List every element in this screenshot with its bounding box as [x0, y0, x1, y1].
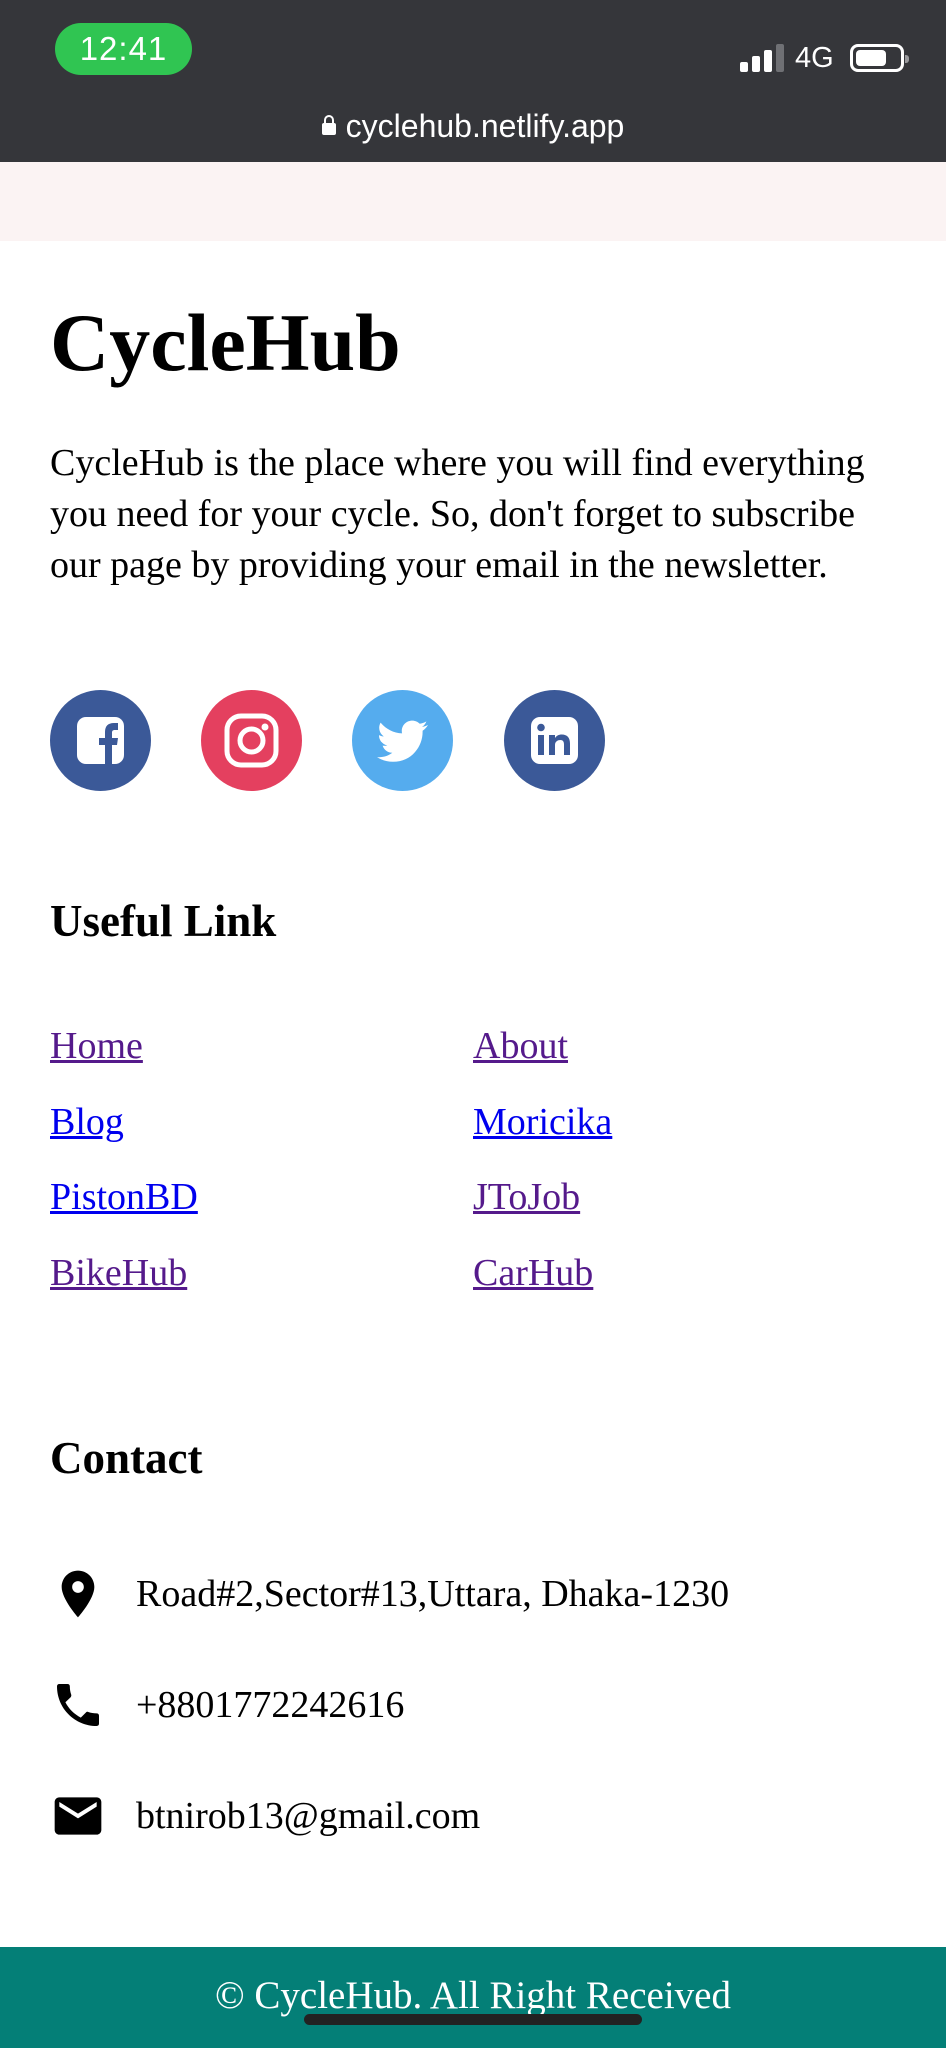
- home-indicator[interactable]: [304, 2014, 642, 2025]
- mail-icon: [54, 1797, 102, 1835]
- facebook-icon: [77, 717, 124, 764]
- twitter-button[interactable]: [352, 690, 453, 791]
- brand-description: CycleHub is the place where you will fin…: [50, 442, 865, 586]
- status-time: 12:41: [55, 23, 192, 75]
- link-blog[interactable]: Blog: [50, 1098, 124, 1146]
- contact-heading: Contact: [50, 1433, 203, 1483]
- linkedin-button[interactable]: [504, 690, 605, 791]
- address-text: Road#2,Sector#13,Uttara, Dhaka-1230: [136, 1573, 730, 1615]
- contact-email[interactable]: btnirob13@gmail.com: [50, 1786, 910, 1846]
- link-bikehub[interactable]: BikeHub: [50, 1249, 187, 1297]
- location-pin-icon: [61, 1570, 95, 1618]
- link-home[interactable]: Home: [50, 1022, 143, 1070]
- linkedin-icon: [531, 717, 578, 764]
- brand-title: CycleHub: [50, 297, 401, 388]
- phone-icon: [57, 1684, 99, 1726]
- instagram-button[interactable]: [201, 690, 302, 791]
- network-label: 4G: [795, 42, 834, 74]
- header-strip: [0, 162, 946, 241]
- link-about[interactable]: About: [473, 1022, 568, 1070]
- email-text: btnirob13@gmail.com: [136, 1795, 481, 1837]
- lock-icon: [321, 115, 336, 135]
- battery-icon: [850, 44, 909, 72]
- link-jtojob[interactable]: JToJob: [473, 1173, 580, 1221]
- link-moricika[interactable]: Moricika: [473, 1098, 612, 1146]
- signal-icon: [740, 44, 786, 72]
- footer: © CycleHub. All Right Received: [0, 1947, 946, 2048]
- phone-text: +8801772242616: [136, 1684, 405, 1726]
- status-bar: 12:41 4G cyclehub.netlify.app: [0, 0, 946, 162]
- instagram-icon: [224, 713, 279, 768]
- link-carhub[interactable]: CarHub: [473, 1249, 593, 1297]
- url-text: cyclehub.netlify.app: [345, 108, 625, 144]
- address-bar[interactable]: cyclehub.netlify.app: [0, 104, 946, 148]
- contact-address: Road#2,Sector#13,Uttara, Dhaka-1230: [50, 1564, 910, 1624]
- facebook-button[interactable]: [50, 690, 151, 791]
- link-pistonbd[interactable]: PistonBD: [50, 1173, 198, 1221]
- twitter-icon: [377, 720, 428, 762]
- useful-links-heading: Useful Link: [50, 896, 277, 946]
- contact-phone[interactable]: +8801772242616: [50, 1675, 910, 1735]
